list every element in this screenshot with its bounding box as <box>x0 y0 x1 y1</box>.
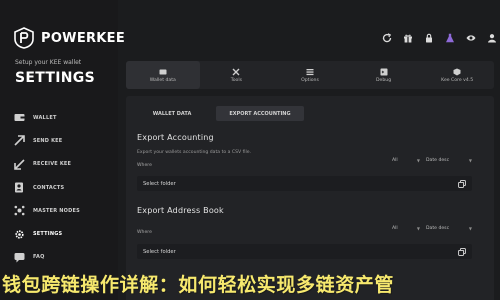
accounting-sort-dropdown[interactable]: Date desc ▼ <box>426 155 472 166</box>
faq-icon <box>14 252 25 263</box>
tab-tools[interactable]: Tools <box>200 61 274 89</box>
contacts-icon <box>15 182 23 193</box>
flask-icon <box>446 33 454 43</box>
sidebar-item-label: RECEIVE KEE <box>33 161 72 168</box>
sidebar-item-settings[interactable]: SETTINGS <box>14 222 80 245</box>
tab-kee-core[interactable]: Kee Core v4.5 <box>420 61 494 89</box>
address-book-sort-dropdown[interactable]: Date desc ▼ <box>426 223 472 234</box>
brand: POWERKEE <box>13 27 125 49</box>
sidebar-item-label: SETTINGS <box>33 231 63 238</box>
flask-button[interactable] <box>443 31 457 45</box>
subtabs: WALLET DATA EXPORT ACCOUNTING <box>128 106 304 121</box>
accounting-folder-select[interactable]: Select folder <box>137 176 472 191</box>
chevron-down-icon: ▼ <box>468 158 472 163</box>
gift-button[interactable] <box>401 31 415 45</box>
sidebar-item-label: MASTER NODES <box>33 207 80 214</box>
chevron-down-icon: ▼ <box>468 226 472 231</box>
export-accounting-title: Export Accounting <box>137 133 214 142</box>
folder-copy-icon <box>458 247 466 256</box>
caption-text: 钱包跨链操作详解：如何轻松实现多链资产管 <box>2 273 395 296</box>
tab-debug[interactable]: Debug <box>347 61 421 89</box>
tab-label: Wallet data <box>149 77 176 83</box>
core-icon <box>453 68 461 75</box>
dropdown-value: Date desc <box>426 226 450 231</box>
receive-arrow-icon <box>14 159 25 170</box>
user-icon <box>488 34 496 43</box>
where-label: Where <box>137 163 152 168</box>
tab-label: Kee Core v4.5 <box>441 77 474 83</box>
toolbar <box>380 31 499 45</box>
where-label: Where <box>137 230 152 235</box>
sidebar-item-label: WALLET <box>33 114 57 121</box>
refresh-icon <box>382 33 392 43</box>
sidebar-item-wallet[interactable]: WALLET <box>14 106 80 129</box>
settings-tabs: Wallet data Tools Options Debug Kee Core… <box>126 61 494 89</box>
chevron-down-icon: ▼ <box>416 226 420 231</box>
setup-subtitle: Setup your KEE wallet <box>15 59 82 66</box>
export-accounting-description: Export your wallets accounting data to a… <box>137 150 252 155</box>
tab-options[interactable]: Options <box>273 61 347 89</box>
lock-button[interactable] <box>422 31 436 45</box>
dropdown-value: Date desc <box>426 158 450 163</box>
sidebar-item-master-nodes[interactable]: MASTER NODES <box>14 199 80 222</box>
export-address-book-title: Export Address Book <box>137 206 224 215</box>
sidebar-item-label: SEND KEE <box>33 137 63 144</box>
sidebar-nav: WALLET SEND KEE RECEIVE KEE CONTACTS MAS… <box>14 106 80 269</box>
masternodes-icon <box>14 206 25 216</box>
folder-placeholder: Select folder <box>143 248 176 255</box>
address-book-folder-select[interactable]: Select folder <box>137 244 472 259</box>
subtab-export-accounting[interactable]: EXPORT ACCOUNTING <box>216 106 304 121</box>
dropdown-value: All <box>392 226 398 231</box>
tab-label: Options <box>301 77 319 83</box>
subtab-wallet-data[interactable]: WALLET DATA <box>128 106 216 121</box>
page-title: SETTINGS <box>15 70 95 86</box>
chevron-down-icon: ▼ <box>416 158 420 163</box>
visibility-button[interactable] <box>464 31 478 45</box>
wallet-data-icon <box>159 69 167 74</box>
options-icon <box>306 68 314 75</box>
sidebar-item-receive-kee[interactable]: RECEIVE KEE <box>14 153 80 176</box>
sidebar-item-label: CONTACTS <box>33 184 65 191</box>
send-arrow-icon <box>14 135 25 147</box>
tab-label: Debug <box>376 77 392 83</box>
gear-icon <box>15 230 24 239</box>
sidebar-item-label: FAQ <box>33 254 45 261</box>
folder-copy-icon <box>458 179 466 188</box>
dropdown-value: All <box>392 158 398 163</box>
sidebar-item-send-kee[interactable]: SEND KEE <box>14 129 80 152</box>
tab-label: Tools <box>230 77 243 83</box>
brand-name: POWERKEE <box>41 30 126 46</box>
user-button[interactable] <box>485 31 499 45</box>
tab-wallet-data[interactable]: Wallet data <box>126 61 200 89</box>
sidebar-item-contacts[interactable]: CONTACTS <box>14 176 80 199</box>
debug-icon <box>380 68 388 75</box>
tools-icon <box>232 68 240 75</box>
lock-icon <box>426 33 432 43</box>
sidebar: POWERKEE Setup your KEE wallet SETTINGS … <box>0 0 125 300</box>
eye-icon <box>466 35 476 41</box>
powerkee-logo-icon <box>14 27 34 49</box>
accounting-filter-dropdown[interactable]: All ▼ <box>392 155 420 166</box>
caption-banner: 钱包跨链操作详解：如何轻松实现多链资产管 <box>0 266 500 300</box>
folder-placeholder: Select folder <box>143 180 176 187</box>
refresh-button[interactable] <box>380 31 394 45</box>
address-book-filter-dropdown[interactable]: All ▼ <box>392 223 420 234</box>
wallet-icon <box>14 114 25 122</box>
gift-icon <box>404 34 412 43</box>
